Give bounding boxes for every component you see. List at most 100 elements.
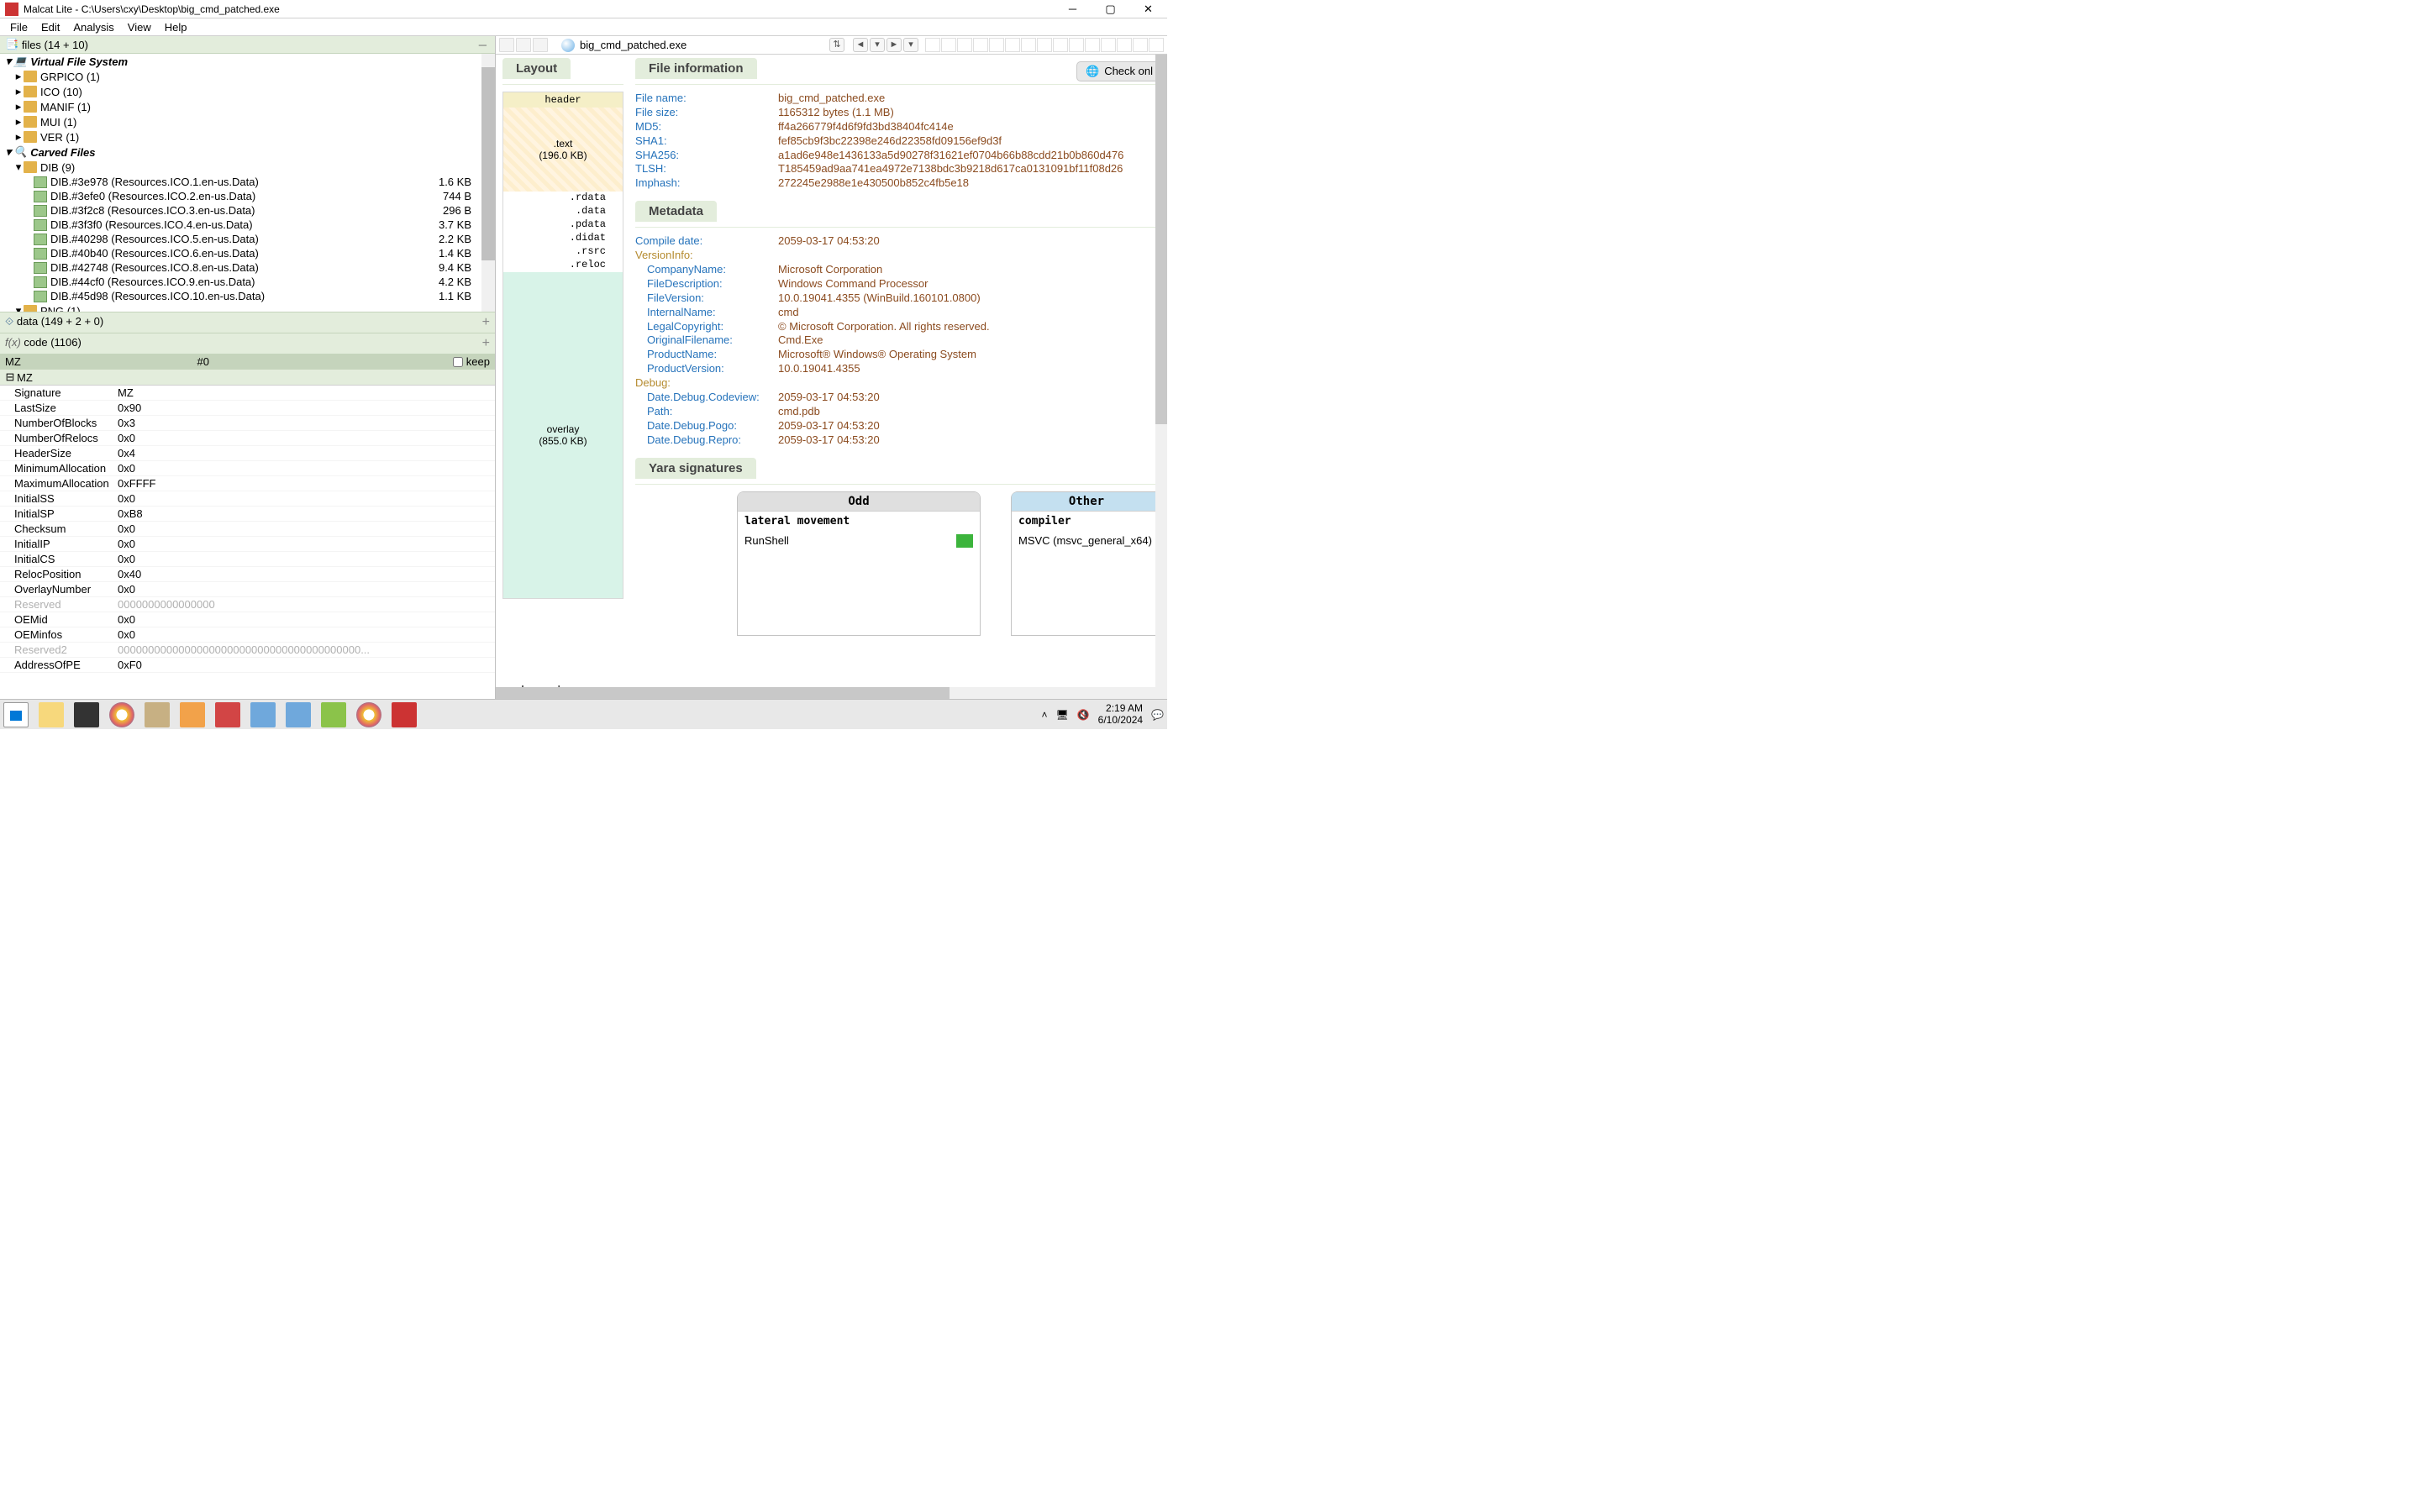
tree-group[interactable]: ▾💻Virtual File System (0, 54, 495, 69)
view-button[interactable] (1117, 38, 1132, 52)
layout-section[interactable]: .data (503, 205, 623, 218)
malcat-icon[interactable] (392, 702, 417, 727)
plus-icon[interactable]: + (482, 315, 490, 330)
table-row[interactable]: OverlayNumber0x0 (0, 582, 495, 597)
view-button[interactable] (1069, 38, 1084, 52)
check-online-button[interactable]: 🌐 Check onl (1076, 61, 1162, 81)
nav-dropdown[interactable]: ▾ (870, 38, 885, 52)
menu-view[interactable]: View (121, 19, 158, 35)
tray-chevron-icon[interactable]: ˄ (1041, 709, 1047, 721)
tree-file[interactable]: DIB.#44cf0 (Resources.ICO.9.en-us.Data)4… (0, 275, 495, 289)
yara-item[interactable]: MSVC (msvc_general_x64) (1012, 531, 1161, 550)
minimize-icon[interactable]: ─ (476, 39, 490, 51)
app-icon[interactable] (180, 702, 205, 727)
table-row[interactable]: HeaderSize0x4 (0, 446, 495, 461)
start-button[interactable] (3, 702, 29, 727)
table-row[interactable]: Checksum0x0 (0, 522, 495, 537)
table-row[interactable]: InitialSP0xB8 (0, 507, 495, 522)
table-row[interactable]: OEMid0x0 (0, 612, 495, 627)
explorer-icon[interactable] (39, 702, 64, 727)
view-button[interactable] (1085, 38, 1100, 52)
table-row[interactable]: OEMinfos0x0 (0, 627, 495, 643)
table-row[interactable]: Reserved20000000000000000000000000000000… (0, 643, 495, 658)
tray-network-icon[interactable]: 🖥 (1055, 709, 1068, 721)
tree-group[interactable]: ▾🔍Carved Files (0, 144, 495, 160)
layout-section-overlay[interactable]: overlay (855.0 KB) (503, 272, 623, 598)
tree-file[interactable]: DIB.#3f2c8 (Resources.ICO.3.en-us.Data)2… (0, 203, 495, 218)
toolbar-button[interactable] (533, 38, 548, 52)
view-button[interactable] (1021, 38, 1036, 52)
chrome-icon[interactable] (356, 702, 381, 727)
layout-section[interactable]: .didat (503, 232, 623, 245)
tree-folder[interactable]: ▸VER (1) (0, 129, 495, 144)
maximize-button[interactable]: ▢ (1092, 0, 1129, 18)
plus-icon[interactable]: + (482, 336, 490, 351)
minimize-button[interactable]: ─ (1054, 0, 1092, 18)
table-row[interactable]: MaximumAllocation0xFFFF (0, 476, 495, 491)
view-button[interactable] (1053, 38, 1068, 52)
view-button[interactable] (989, 38, 1004, 52)
tree-folder[interactable]: ▾DIB (9) (0, 160, 495, 175)
table-row[interactable]: NumberOfRelocs0x0 (0, 431, 495, 446)
nav-sort-button[interactable]: ⇅ (829, 38, 844, 52)
tray-volume-icon[interactable]: 🔇 (1077, 709, 1090, 721)
tree-file[interactable]: DIB.#45d98 (Resources.ICO.10.en-us.Data)… (0, 289, 495, 303)
menu-edit[interactable]: Edit (34, 19, 66, 35)
tree-file[interactable]: DIB.#3efe0 (Resources.ICO.2.en-us.Data)7… (0, 189, 495, 203)
mz-header[interactable]: ⊟MZ (0, 370, 495, 386)
layout-section-header[interactable]: header (503, 92, 623, 108)
view-button[interactable] (973, 38, 988, 52)
files-section-header[interactable]: 📑 files (14 + 10) ─ (0, 36, 495, 54)
view-button[interactable] (925, 38, 940, 52)
view-button[interactable] (1005, 38, 1020, 52)
table-row[interactable]: Reserved0000000000000000 (0, 597, 495, 612)
app-icon[interactable] (321, 702, 346, 727)
layout-section[interactable]: .pdata (503, 218, 623, 232)
table-row[interactable]: RelocPosition0x40 (0, 567, 495, 582)
table-row[interactable]: InitialCS0x0 (0, 552, 495, 567)
app-icon[interactable] (250, 702, 276, 727)
code-section-header[interactable]: f(x) code (1106) + (0, 333, 495, 354)
tree-file[interactable]: DIB.#42748 (Resources.ICO.8.en-us.Data)9… (0, 260, 495, 275)
tree-file[interactable]: DIB.#3f3f0 (Resources.ICO.4.en-us.Data)3… (0, 218, 495, 232)
menu-help[interactable]: Help (158, 19, 194, 35)
tree-folder[interactable]: ▸GRPICO (1) (0, 69, 495, 84)
tree-file[interactable]: DIB.#40298 (Resources.ICO.5.en-us.Data)2… (0, 232, 495, 246)
view-button[interactable] (1101, 38, 1116, 52)
table-row[interactable]: NumberOfBlocks0x3 (0, 416, 495, 431)
data-section-header[interactable]: ⟐ data (149 + 2 + 0) + (0, 312, 495, 333)
view-button[interactable] (941, 38, 956, 52)
table-row[interactable]: AddressOfPE0xF0 (0, 658, 495, 673)
table-row[interactable]: MinimumAllocation0x0 (0, 461, 495, 476)
layout-section[interactable]: .reloc (503, 259, 623, 272)
tree-folder[interactable]: ▸ICO (10) (0, 84, 495, 99)
tree-folder[interactable]: ▸MANIF (1) (0, 99, 495, 114)
terminal-icon[interactable] (74, 702, 99, 727)
close-button[interactable]: ✕ (1129, 0, 1167, 18)
nav-dropdown[interactable]: ▾ (903, 38, 918, 52)
tray-clock[interactable]: 2:19 AM 6/10/2024 (1098, 703, 1143, 725)
keep-checkbox[interactable] (453, 357, 463, 367)
app-icon[interactable] (215, 702, 240, 727)
vertical-scrollbar[interactable] (1155, 55, 1167, 699)
nav-forward-button[interactable]: ► (886, 38, 902, 52)
table-row[interactable]: InitialSS0x0 (0, 491, 495, 507)
layout-section[interactable]: .rdata (503, 192, 623, 205)
chrome-icon[interactable] (109, 702, 134, 727)
table-row[interactable]: SignatureMZ (0, 386, 495, 401)
app-icon[interactable] (286, 702, 311, 727)
tray-notifications-icon[interactable]: 💬 (1151, 709, 1164, 721)
layout-section[interactable]: .rsrc (503, 245, 623, 259)
table-row[interactable]: LastSize0x90 (0, 401, 495, 416)
table-row[interactable]: InitialIP0x0 (0, 537, 495, 552)
tree-folder[interactable]: ▾PNG (1) (0, 303, 495, 312)
menu-analysis[interactable]: Analysis (66, 19, 120, 35)
layout-section-text[interactable]: .text (196.0 KB) (503, 108, 623, 192)
view-button[interactable] (1037, 38, 1052, 52)
view-button[interactable] (957, 38, 972, 52)
app-icon[interactable] (145, 702, 170, 727)
toolbar-button[interactable] (516, 38, 531, 52)
nav-back-button[interactable]: ◄ (853, 38, 868, 52)
tree-file[interactable]: DIB.#3e978 (Resources.ICO.1.en-us.Data)1… (0, 175, 495, 189)
view-button[interactable] (1149, 38, 1164, 52)
